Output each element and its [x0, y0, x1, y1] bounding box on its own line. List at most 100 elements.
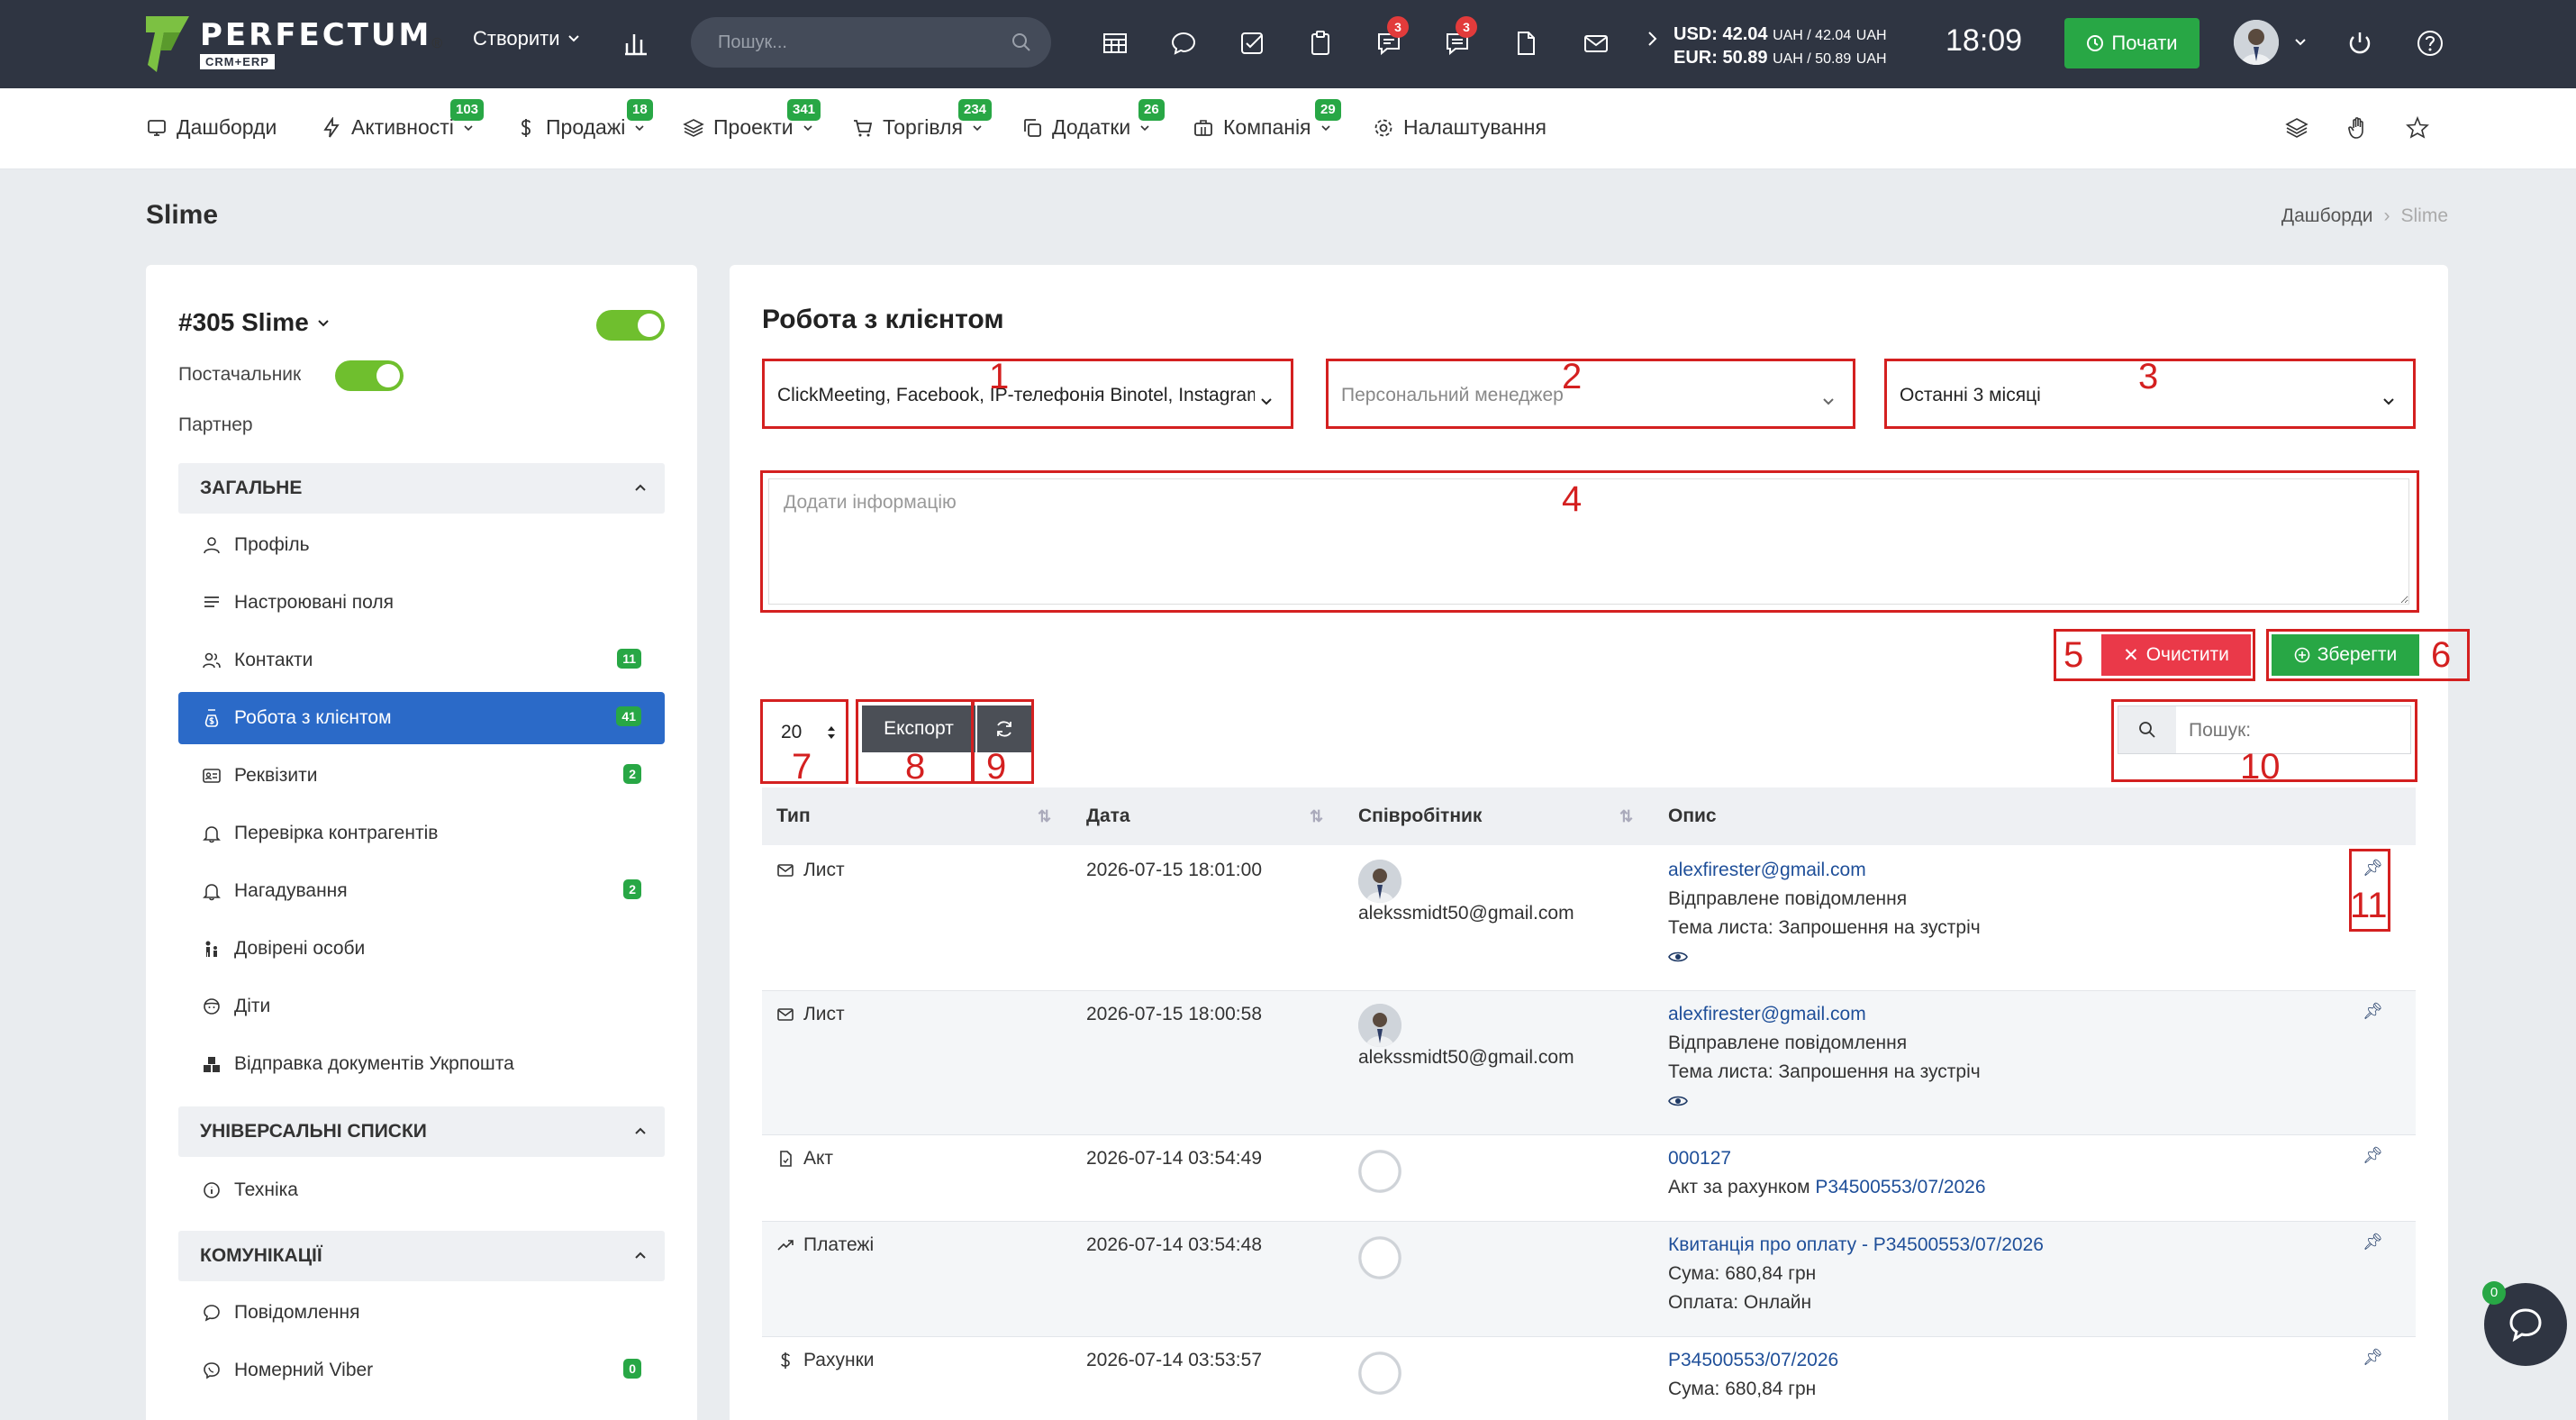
- nav-children[interactable]: Діти: [178, 980, 665, 1033]
- start-button[interactable]: Почати: [2064, 18, 2200, 68]
- pin-icon[interactable]: 📌︎: [2363, 1348, 2383, 1367]
- clear-button[interactable]: ✕ Очистити: [2101, 634, 2251, 676]
- nav-requisites[interactable]: Реквізити 2: [178, 750, 665, 802]
- row-desc-link[interactable]: Квитанція про оплату - P34500553/07/2026: [1668, 1231, 2044, 1260]
- section-general[interactable]: ЗАГАЛЬНЕ: [178, 463, 665, 514]
- main-menu: Дашборди Активності 103 Продажі 18 Проек…: [0, 88, 2576, 169]
- sort-icon[interactable]: ⇅: [1619, 807, 1633, 826]
- pin-icon[interactable]: 📌︎: [2363, 1146, 2383, 1165]
- eye-icon[interactable]: [1668, 1094, 1688, 1108]
- help-icon[interactable]: [2414, 27, 2446, 59]
- row-desc-link[interactable]: alexfirester@gmail.com: [1668, 1000, 1866, 1029]
- document-icon[interactable]: [1510, 27, 1542, 59]
- chats-badge: 3: [1456, 16, 1477, 38]
- nav-custom-fields[interactable]: Настроювані поля: [178, 577, 665, 629]
- chat-icon: [204, 1305, 220, 1322]
- layers-icon[interactable]: [2284, 115, 2309, 141]
- marker-2: 2: [1562, 357, 1583, 396]
- nav-contacts[interactable]: Контакти 11: [178, 634, 665, 687]
- supplier-label: Постачальник: [178, 364, 302, 385]
- col-type[interactable]: Тип: [776, 806, 811, 827]
- export-frame: Експорт 8: [856, 699, 975, 785]
- nav-reminders[interactable]: Нагадування 2: [178, 865, 665, 917]
- chat-bubble-icon[interactable]: [1167, 27, 1200, 59]
- plus-circle-icon: [2294, 647, 2310, 663]
- marker-7: 7: [792, 747, 812, 787]
- row-desc-line: Акт за рахунком: [1668, 1177, 1816, 1197]
- eye-icon[interactable]: [1668, 950, 1688, 964]
- row-desc-link[interactable]: alexfirester@gmail.com: [1668, 856, 1866, 885]
- table-search-input[interactable]: [2189, 717, 2396, 744]
- pin-icon[interactable]: 📌︎: [2363, 859, 2383, 878]
- section-universal-lists[interactable]: УНІВЕРСАЛЬНІ СПИСКИ: [178, 1106, 665, 1157]
- mail-icon[interactable]: [1580, 27, 1612, 59]
- client-name[interactable]: #305 Slime: [178, 308, 331, 337]
- row-employee[interactable]: alekssmidt50@gmail.com: [1358, 1043, 1574, 1072]
- global-search[interactable]: [691, 17, 1051, 68]
- bar-chart-icon[interactable]: [620, 27, 652, 59]
- chevron-down-icon: [1320, 124, 1330, 131]
- nav-trusted-persons[interactable]: Довірені особи: [178, 923, 665, 975]
- nav-viber[interactable]: Номерний Viber 0: [178, 1344, 665, 1397]
- clear-button-frame: 5 ✕ Очистити: [2054, 629, 2255, 681]
- sales-badge: 18: [627, 99, 653, 121]
- logo[interactable]: PERFECTUM CRM+ERP ®: [144, 13, 442, 76]
- clock-icon: [2087, 35, 2104, 51]
- star-icon[interactable]: [2405, 115, 2430, 141]
- messages-badge: 3: [1387, 16, 1409, 38]
- section-communications[interactable]: КОМУНІКАЦІЇ: [178, 1231, 665, 1281]
- col-employee[interactable]: Співробітник: [1358, 806, 1482, 827]
- partner-label[interactable]: Партнер: [178, 414, 253, 436]
- save-button[interactable]: Зберегти: [2272, 634, 2419, 676]
- trend-icon: [777, 1240, 794, 1251]
- row-date: 2026-07-14 03:54:49: [1086, 1148, 1262, 1169]
- refresh-frame: 9: [971, 699, 1034, 787]
- sort-icon[interactable]: ⇅: [1310, 807, 1323, 826]
- chevron-down-icon[interactable]: [2294, 36, 2307, 49]
- nav-client-work[interactable]: Робота з клієнтом 41: [178, 692, 665, 744]
- breadcrumb-home[interactable]: Дашборди: [2281, 205, 2373, 226]
- create-menu[interactable]: Створити: [473, 27, 580, 50]
- nav-messages[interactable]: Повідомлення: [178, 1287, 665, 1339]
- nav-profile[interactable]: Профіль: [178, 519, 665, 571]
- export-button[interactable]: Експорт: [862, 705, 975, 752]
- menu-dashboards[interactable]: Дашборди: [146, 115, 277, 140]
- sort-icon[interactable]: ⇅: [1038, 807, 1051, 826]
- clipboard-icon[interactable]: [1304, 27, 1337, 59]
- menu-sales[interactable]: Продажі: [515, 115, 645, 140]
- calendar-table-icon[interactable]: [1099, 27, 1131, 59]
- row-employee[interactable]: alekssmidt50@gmail.com: [1358, 899, 1574, 928]
- row-date: 2026-07-15 18:01:00: [1086, 860, 1262, 880]
- chevron-right-icon[interactable]: [1646, 30, 1659, 48]
- marker-4: 4: [1562, 479, 1583, 519]
- pin-icon[interactable]: 📌︎: [2363, 1233, 2383, 1252]
- row-desc-line: Сума: 680,84 грн: [1668, 1379, 1817, 1399]
- employee-avatar: [1358, 860, 1401, 903]
- user-avatar[interactable]: [2234, 20, 2279, 65]
- manager-select[interactable]: Персональний менеджер: [1326, 359, 1855, 429]
- nav-ukrposhta[interactable]: Відправка документів Укрпошта: [178, 1038, 665, 1090]
- refresh-button[interactable]: [977, 705, 1031, 752]
- table-header: Тип ⇅ Дата ⇅ Співробітник ⇅ Опис: [762, 787, 2416, 845]
- menu-addons[interactable]: Додатки: [1021, 115, 1150, 140]
- clock: 18:09: [1946, 23, 2023, 58]
- search-input[interactable]: [718, 17, 988, 68]
- row-desc-link[interactable]: P34500553/07/2026: [1668, 1346, 1838, 1375]
- nav-counterparty-check[interactable]: Перевірка контрагентів: [178, 807, 665, 860]
- nav-equipment[interactable]: Техніка: [178, 1164, 665, 1216]
- add-info-textarea[interactable]: [768, 478, 2409, 605]
- client-active-toggle[interactable]: [596, 310, 665, 341]
- task-check-icon[interactable]: [1236, 27, 1268, 59]
- col-date[interactable]: Дата: [1086, 806, 1130, 827]
- users-icon: [203, 652, 221, 669]
- pin-icon[interactable]: 📌︎: [2363, 1002, 2383, 1021]
- supplier-toggle[interactable]: [335, 360, 404, 391]
- row-desc-link[interactable]: P34500553/07/2026: [1815, 1177, 1985, 1197]
- power-icon[interactable]: [2344, 27, 2376, 59]
- marker-9: 9: [986, 747, 1007, 787]
- menu-settings[interactable]: Налаштування: [1373, 115, 1547, 140]
- row-desc-link[interactable]: 000127: [1668, 1144, 1731, 1173]
- hand-icon[interactable]: [2345, 115, 2371, 141]
- menu-company[interactable]: Компанія: [1193, 115, 1331, 140]
- sources-select[interactable]: ClickMeeting, Facebook, IP-телефонія Bin…: [762, 359, 1293, 429]
